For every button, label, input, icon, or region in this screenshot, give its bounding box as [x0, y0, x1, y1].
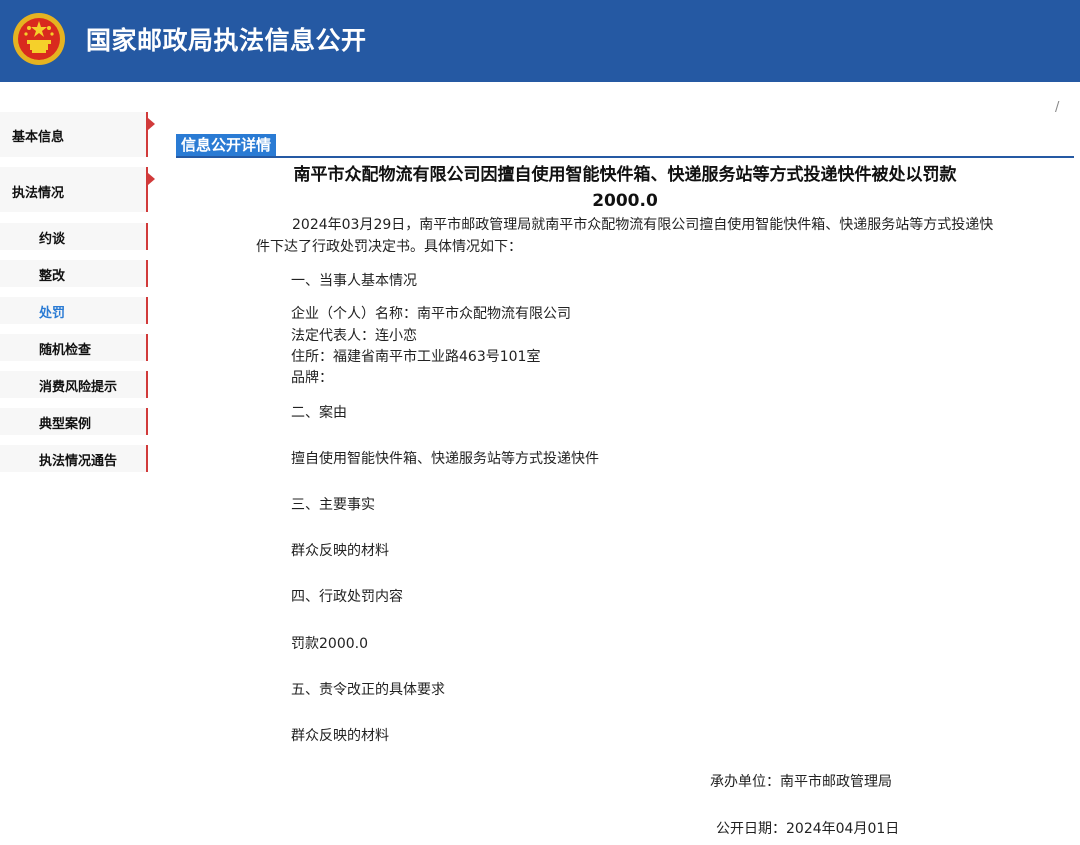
- section-heading: 四、行政处罚内容: [291, 589, 403, 605]
- sidebar-subitem-label: 执法情况通告: [39, 454, 118, 469]
- sidebar-subitem-typical-cases[interactable]: 典型案例: [0, 408, 148, 435]
- section-text: 群众反映的材料: [291, 728, 389, 744]
- sidebar-subitem-label: 处罚: [39, 306, 66, 321]
- sidebar-subitem-interview[interactable]: 约谈: [0, 223, 148, 250]
- section-heading: 二、案由: [291, 405, 347, 421]
- sidebar-subitem-rectification[interactable]: 整改: [0, 260, 148, 287]
- section-heading: 一、当事人基本情况: [291, 273, 417, 289]
- sidebar-subitem-label: 约谈: [39, 232, 66, 247]
- sidebar-item-enforcement[interactable]: 执法情况: [0, 167, 155, 212]
- party-name: 企业（个人）名称：南平市众配物流有限公司: [291, 306, 571, 322]
- publish-date: 公开日期：2024年04月01日: [716, 821, 900, 837]
- site-header: 国家邮政局执法信息公开: [0, 0, 1080, 82]
- page-title: 南平市众配物流有限公司因擅自使用智能快件箱、快递服务站等方式投递快件被处以罚款 …: [240, 162, 1010, 214]
- breadcrumb: /: [1055, 100, 1060, 115]
- sidebar-subitem-random-inspection[interactable]: 随机检查: [0, 334, 148, 361]
- national-emblem-icon[interactable]: [12, 12, 66, 66]
- section-heading: 五、责令改正的具体要求: [291, 682, 445, 698]
- section-tab: 信息公开详情: [176, 134, 277, 156]
- sidebar-subitem-enforcement-notice[interactable]: 执法情况通告: [0, 445, 148, 472]
- page-title-line: 南平市众配物流有限公司因擅自使用智能快件箱、快递服务站等方式投递快件被处以罚款: [293, 165, 957, 185]
- site-title[interactable]: 国家邮政局执法信息公开: [86, 23, 367, 59]
- intro-paragraph: 2024年03月29日，南平市邮政管理局就南平市众配物流有限公司擅自使用智能快件…: [256, 217, 994, 255]
- sidebar-subitem-consumer-risk[interactable]: 消费风险提示: [0, 371, 148, 398]
- chevron-right-icon: [148, 173, 155, 185]
- section-text: 罚款2000.0: [291, 636, 368, 652]
- section-heading: 三、主要事实: [291, 497, 375, 513]
- section-text: 擅自使用智能快件箱、快递服务站等方式投递快件: [291, 451, 599, 467]
- brand: 品牌：: [291, 370, 333, 386]
- sidebar-item-label: 基本信息: [12, 130, 65, 145]
- section-text: 群众反映的材料: [291, 543, 389, 559]
- section-divider: [176, 156, 1074, 158]
- address: 住所：福建省南平市工业路463号101室: [291, 349, 541, 365]
- sidebar-subitem-penalty[interactable]: 处罚: [0, 297, 148, 324]
- page-title-line: 2000.0: [592, 191, 658, 211]
- chevron-right-icon: [148, 118, 155, 130]
- sidebar-subitem-label: 整改: [39, 269, 66, 284]
- sidebar-item-basic-info[interactable]: 基本信息: [0, 112, 155, 157]
- sidebar-item-label: 执法情况: [12, 186, 65, 201]
- sidebar-subitem-label: 随机检查: [39, 343, 92, 358]
- sidebar-subitem-label: 消费风险提示: [39, 380, 118, 395]
- legal-representative: 法定代表人：连小恋: [291, 328, 417, 344]
- handler-unit: 承办单位：南平市邮政管理局: [710, 774, 892, 790]
- sidebar-subitem-label: 典型案例: [39, 417, 92, 432]
